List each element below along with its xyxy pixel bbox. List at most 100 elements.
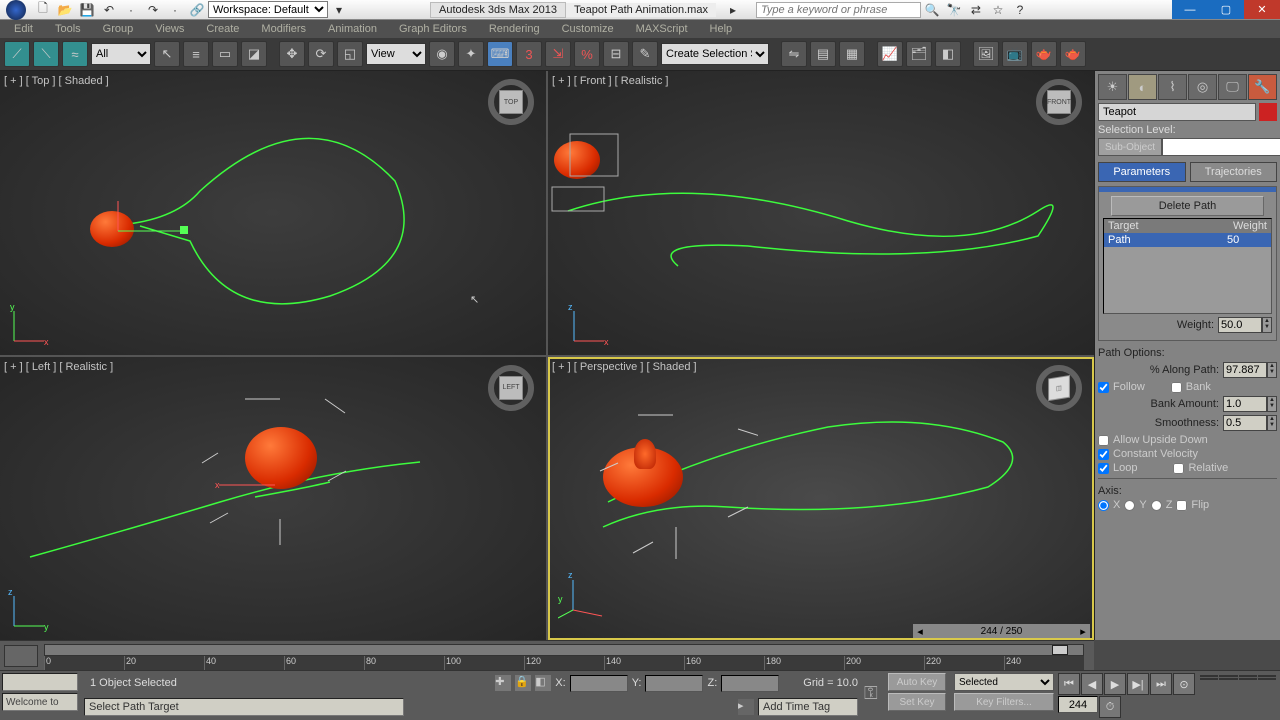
close-button[interactable]: ✕: [1244, 0, 1280, 19]
align-icon[interactable]: ▤: [810, 41, 836, 67]
link-tool-icon[interactable]: ⟋: [4, 41, 30, 67]
selection-filter-dropdown[interactable]: All: [91, 43, 151, 65]
new-icon[interactable]: 🗋: [34, 1, 52, 19]
orbit-icon[interactable]: [1239, 678, 1257, 680]
trajectories-tab[interactable]: Trajectories: [1190, 162, 1278, 182]
bank-checkbox[interactable]: [1171, 382, 1182, 393]
minimize-button[interactable]: —: [1172, 0, 1208, 19]
ref-coord-dropdown[interactable]: View: [366, 43, 426, 65]
auto-key-button[interactable]: Auto Key: [888, 673, 946, 691]
exchange-icon[interactable]: ⇄: [967, 1, 985, 19]
angle-snap-icon[interactable]: ⇲: [545, 41, 571, 67]
menu-create[interactable]: Create: [196, 22, 249, 36]
layers-icon[interactable]: ▦: [839, 41, 865, 67]
axis-z-radio[interactable]: [1151, 500, 1162, 511]
pivot-center-icon[interactable]: ◉: [429, 41, 455, 67]
menu-edit[interactable]: Edit: [4, 22, 43, 36]
key-mode-dropdown[interactable]: Selected: [954, 673, 1054, 691]
link-icon[interactable]: 🔗: [188, 1, 206, 19]
spinner-snap-icon[interactable]: ⊟: [603, 41, 629, 67]
time-slider-handle[interactable]: [1052, 645, 1068, 655]
material-editor-icon[interactable]: ◧: [935, 41, 961, 67]
viewport-top[interactable]: [ + ] [ Top ] [ Shaded ] TOP yx ↖: [0, 71, 546, 355]
tag-icon[interactable]: ▸: [738, 699, 754, 715]
select-object-icon[interactable]: ↖: [154, 41, 180, 67]
modify-tab-icon[interactable]: ◐: [1128, 74, 1157, 100]
keyboard-shortcut-icon[interactable]: ⌨: [487, 41, 513, 67]
viewport-perspective[interactable]: [ + ] [ Perspective ] [ Shaded ] ◫ zy ◂ …: [548, 357, 1094, 641]
render-setup-icon[interactable]: 🖼: [973, 41, 999, 67]
select-by-name-icon[interactable]: ≡: [183, 41, 209, 67]
lock-icon[interactable]: 🔒: [515, 675, 531, 691]
search-input[interactable]: [756, 2, 921, 18]
parameters-tab[interactable]: Parameters: [1098, 162, 1186, 182]
zoom-extents-all-icon[interactable]: [1258, 675, 1276, 677]
pct-spinner[interactable]: ▲▼: [1267, 362, 1277, 378]
zoom-all-icon[interactable]: [1219, 675, 1237, 677]
move-tool-icon[interactable]: ✥: [279, 41, 305, 67]
menu-tools[interactable]: Tools: [45, 22, 91, 36]
current-frame-input[interactable]: [1058, 696, 1098, 713]
open-icon[interactable]: 📂: [56, 1, 74, 19]
chevron-down-icon[interactable]: ▾: [330, 1, 348, 19]
sub-object-button[interactable]: Sub-Object: [1098, 138, 1162, 156]
isolate-icon[interactable]: ◧: [535, 675, 551, 691]
pan-icon[interactable]: [1219, 678, 1237, 680]
search-icon[interactable]: 🔍: [923, 1, 941, 19]
weight-spinner[interactable]: ▲▼: [1262, 317, 1272, 333]
utilities-tab-icon[interactable]: 🔧: [1248, 74, 1277, 100]
unlink-tool-icon[interactable]: ⟍: [33, 41, 59, 67]
menu-maxscript[interactable]: MAXScript: [626, 22, 698, 36]
set-key-button[interactable]: Set Key: [888, 693, 946, 711]
key-mode-icon[interactable]: ⊙: [1173, 673, 1195, 695]
time-config-icon[interactable]: [4, 645, 38, 667]
axis-y-radio[interactable]: [1124, 500, 1135, 511]
menu-animation[interactable]: Animation: [318, 22, 387, 36]
render-production-icon[interactable]: 🫖: [1031, 41, 1057, 67]
manipulate-icon[interactable]: ✦: [458, 41, 484, 67]
goto-start-icon[interactable]: ⏮: [1058, 673, 1080, 695]
create-tab-icon[interactable]: ☀: [1098, 74, 1127, 100]
zoom-icon[interactable]: [1200, 675, 1218, 677]
selection-lock-icon[interactable]: ✚: [495, 675, 511, 691]
scroll-right-icon[interactable]: ▸: [1076, 625, 1090, 638]
add-time-tag[interactable]: [758, 698, 858, 716]
hierarchy-tab-icon[interactable]: ⌇: [1158, 74, 1187, 100]
sub-object-input[interactable]: [1162, 138, 1280, 156]
delete-path-button[interactable]: Delete Path: [1111, 196, 1263, 216]
object-color-swatch[interactable]: [1259, 103, 1277, 121]
menu-help[interactable]: Help: [700, 22, 743, 36]
select-region-icon[interactable]: ▭: [212, 41, 238, 67]
rotate-tool-icon[interactable]: ⟳: [308, 41, 334, 67]
pct-along-input[interactable]: [1223, 362, 1267, 378]
menu-customize[interactable]: Customize: [552, 22, 624, 36]
help-icon[interactable]: ?: [1011, 1, 1029, 19]
target-weight-list[interactable]: TargetWeight Path50: [1103, 218, 1272, 314]
play-icon[interactable]: ▶: [1104, 673, 1126, 695]
render-iterative-icon[interactable]: 🫖: [1060, 41, 1086, 67]
z-coord-input[interactable]: [721, 675, 779, 692]
scale-tool-icon[interactable]: ◱: [337, 41, 363, 67]
mirror-icon[interactable]: ⇋: [781, 41, 807, 67]
workspace-dropdown[interactable]: Workspace: Default: [208, 1, 328, 18]
undo-icon[interactable]: ↶: [100, 1, 118, 19]
menu-group[interactable]: Group: [93, 22, 144, 36]
relative-checkbox[interactable]: [1173, 463, 1184, 474]
viewport-left[interactable]: [ + ] [ Left ] [ Realistic ] LEFT x zy: [0, 357, 546, 641]
scroll-left-icon[interactable]: ◂: [913, 625, 927, 638]
smoothness-input[interactable]: [1223, 415, 1267, 431]
curve-editor-icon[interactable]: 📈: [877, 41, 903, 67]
loop-checkbox[interactable]: [1098, 463, 1109, 474]
snap-toggle-icon[interactable]: 3: [516, 41, 542, 67]
render-frame-icon[interactable]: 📺: [1002, 41, 1028, 67]
bind-spacewarp-icon[interactable]: ≈: [62, 41, 88, 67]
upside-down-checkbox[interactable]: [1098, 435, 1109, 446]
window-crossing-icon[interactable]: ◪: [241, 41, 267, 67]
schematic-view-icon[interactable]: 🗂: [906, 41, 932, 67]
x-coord-input[interactable]: [570, 675, 628, 692]
zoom-extents-icon[interactable]: [1239, 675, 1257, 677]
named-selection-dropdown[interactable]: Create Selection Se: [661, 43, 769, 65]
prev-frame-icon[interactable]: ◀: [1081, 673, 1103, 695]
title-chevron-icon[interactable]: ▸: [724, 1, 742, 19]
menu-graph-editors[interactable]: Graph Editors: [389, 22, 477, 36]
